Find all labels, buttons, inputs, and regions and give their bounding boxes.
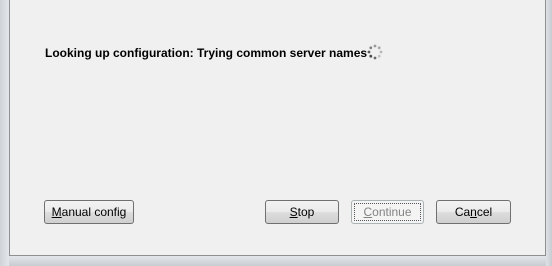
manual-config-label: anual config <box>61 205 127 219</box>
continue-button[interactable]: Continue <box>351 200 424 224</box>
cancel-mnemonic: n <box>470 205 477 219</box>
window-bottom-edge <box>9 256 546 266</box>
cancel-label-end: cel <box>476 205 493 219</box>
window-right-edge <box>546 0 552 266</box>
cancel-button[interactable]: Ca n cel <box>436 200 511 224</box>
cancel-label-start: Ca <box>454 205 471 219</box>
stop-label: top <box>297 205 315 219</box>
continue-label: ontinue <box>372 205 412 219</box>
stop-mnemonic: S <box>289 205 298 219</box>
continue-mnemonic: C <box>363 205 373 219</box>
manual-config-button[interactable]: Manual config <box>44 200 134 224</box>
account-setup-dialog: Looking up configuration: Trying common … <box>9 0 546 256</box>
loading-spinner-icon <box>367 44 383 60</box>
window-left-edge <box>0 0 9 266</box>
manual-config-mnemonic: M <box>51 205 62 219</box>
status-message: Looking up configuration: Trying common … <box>45 46 368 60</box>
stop-button[interactable]: Stop <box>265 200 339 224</box>
